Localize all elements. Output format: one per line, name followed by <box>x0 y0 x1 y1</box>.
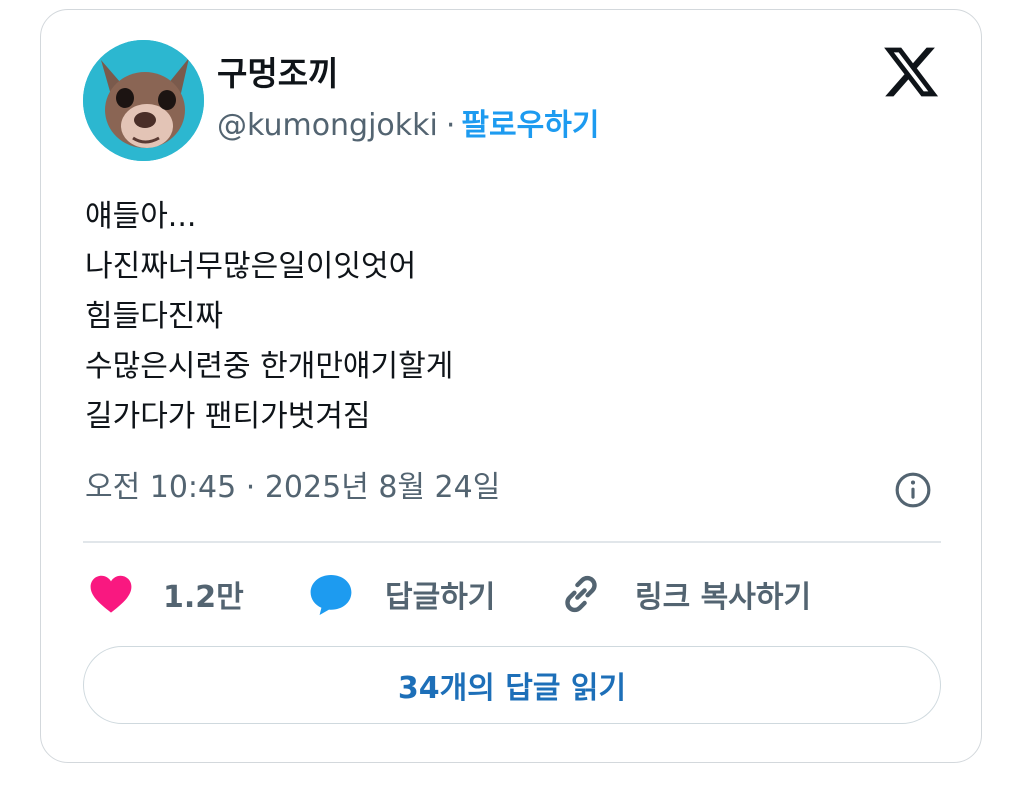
follow-button[interactable]: 팔로우하기 <box>461 108 599 143</box>
author-display-name[interactable]: 구멍조끼 <box>217 54 338 94</box>
tweet-text: 얘들아... 나진짜너무많은일이잇엇어 힘들다진짜 수많은시련중 한개만얘기할게… <box>85 192 453 442</box>
tweet-text-line: 나진짜너무많은일이잇엇어 <box>85 249 417 284</box>
copy-link-button[interactable]: 링크 복사하기 <box>557 570 811 618</box>
heart-icon <box>90 575 132 613</box>
link-icon <box>565 575 597 613</box>
read-replies-button[interactable]: 34개의 답글 읽기 <box>83 646 941 724</box>
author-handle-row: @kumongjokki · 팔로우하기 <box>217 106 599 146</box>
tweet-date: 2025년 8월 24일 <box>264 470 501 505</box>
tweet-timestamp[interactable]: 오전 10:45 · 2025년 8월 24일 <box>85 468 500 508</box>
like-button[interactable]: 1.2만 <box>87 570 244 618</box>
copy-link-label: 링크 복사하기 <box>635 580 812 615</box>
read-replies-label: 34개의 답글 읽기 <box>397 671 627 706</box>
reply-label: 답글하기 <box>385 580 496 615</box>
chihuahua-avatar-image <box>83 40 204 161</box>
tweet-text-line: 길가다가 팬티가벗겨짐 <box>85 399 371 434</box>
tweet-text-line: 힘들다진짜 <box>85 299 223 334</box>
info-icon[interactable] <box>894 471 932 509</box>
tweet-card: 구멍조끼 @kumongjokki · 팔로우하기 얘들아... 나진짜너무많은일이… <box>40 9 982 763</box>
tweet-text-line: 얘들아... <box>85 199 197 234</box>
like-count: 1.2만 <box>163 580 244 615</box>
author-handle[interactable]: @kumongjokki <box>217 108 438 143</box>
divider <box>83 541 941 543</box>
tweet-text-line: 수많은시련중 한개만얘기할게 <box>85 349 454 384</box>
avatar[interactable] <box>83 40 204 161</box>
x-logo-icon[interactable] <box>881 42 941 102</box>
speech-bubble-icon <box>310 575 352 615</box>
tweet-time: 오전 10:45 <box>85 470 237 505</box>
meta-separator: · <box>245 470 256 505</box>
reply-button[interactable]: 답글하기 <box>307 570 495 618</box>
separator-dot: · <box>445 108 456 143</box>
